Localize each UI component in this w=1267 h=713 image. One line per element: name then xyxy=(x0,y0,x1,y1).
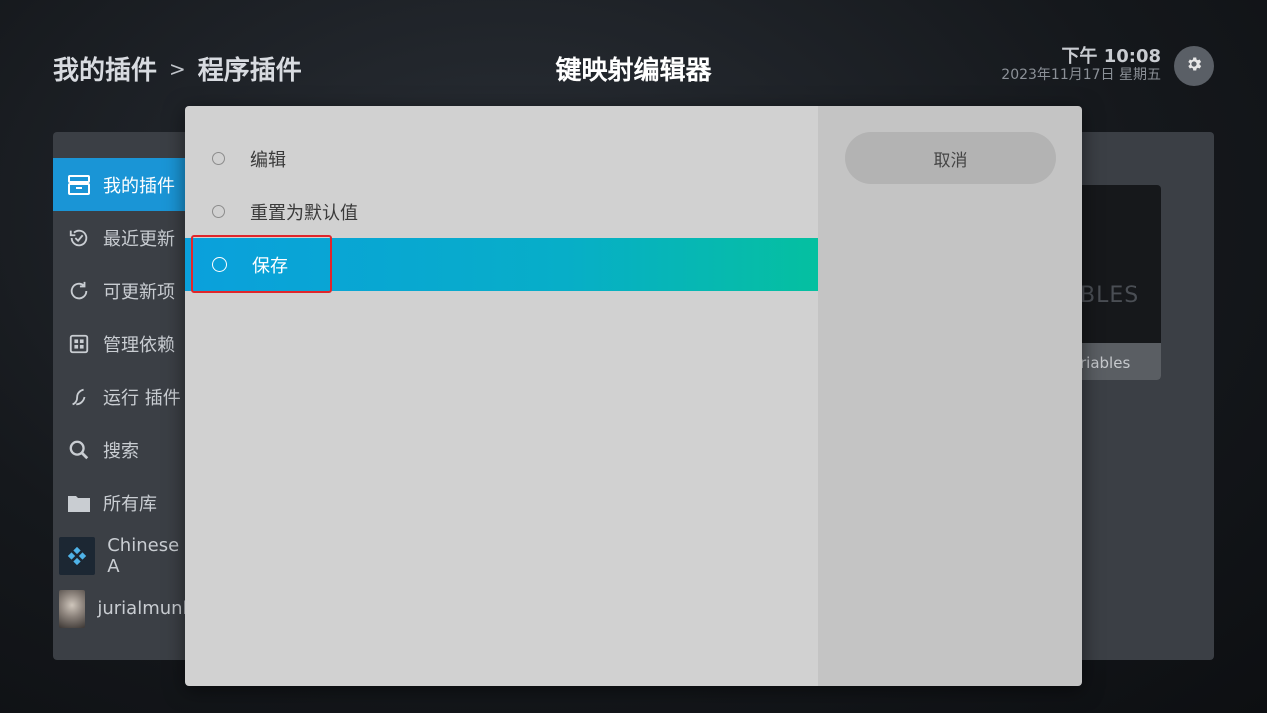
dialog-actions-panel xyxy=(818,106,1082,686)
keymap-context-dialog: 编辑 重置为默认值 保存 取消 xyxy=(185,106,1082,686)
dependencies-icon xyxy=(67,332,91,356)
refresh-icon xyxy=(67,279,91,303)
gear-icon xyxy=(1185,55,1203,77)
run-addon-icon xyxy=(67,385,91,409)
option-label: 重置为默认值 xyxy=(250,202,358,224)
sidebar-item-run-addon[interactable]: 运行 插件 xyxy=(53,370,193,423)
radio-icon xyxy=(212,205,225,218)
addon-card-variables[interactable]: BLES riables xyxy=(1070,185,1161,380)
addon-card-label: riables xyxy=(1080,354,1131,372)
dialog-options-panel: 编辑 重置为默认值 保存 xyxy=(185,106,818,686)
sidebar-item-all-repos[interactable]: 所有库 xyxy=(53,476,193,529)
sidebar-item-label: 所有库 xyxy=(103,493,157,515)
sidebar-item-chinese-addon[interactable]: Chinese A xyxy=(53,529,193,582)
sidebar-item-label: Chinese A xyxy=(107,534,180,577)
folder-icon xyxy=(67,491,91,515)
addon-card-art-text: BLES xyxy=(1080,283,1140,308)
sidebar-item-my-addons[interactable]: 我的插件 xyxy=(53,158,193,211)
sidebar-item-jurialmunk[interactable]: jurialmunk xyxy=(53,582,193,635)
sidebar-item-label: 运行 插件 xyxy=(103,387,181,409)
cancel-button[interactable]: 取消 xyxy=(845,132,1056,184)
sidebar-item-label: 可更新项 xyxy=(103,281,175,303)
sidebar-item-label: 我的插件 xyxy=(103,175,175,197)
sidebar-item-recent-updates[interactable]: 最近更新 xyxy=(53,211,193,264)
settings-button[interactable] xyxy=(1174,46,1214,86)
sidebar-item-label: 搜索 xyxy=(103,440,139,462)
option-label: 编辑 xyxy=(250,149,286,171)
sidebar-item-label: 最近更新 xyxy=(103,228,175,250)
clock: 下午 10:08 2023年11月17日 星期五 xyxy=(1001,46,1161,84)
sidebar-item-search[interactable]: 搜索 xyxy=(53,423,193,476)
sidebar-item-label: jurialmunk xyxy=(97,598,193,619)
addons-box-icon xyxy=(67,173,91,197)
clock-time: 下午 10:08 xyxy=(1061,46,1161,67)
sidebar-item-available-updates[interactable]: 可更新项 xyxy=(53,264,193,317)
kodi-thumb xyxy=(59,536,96,575)
option-edit[interactable]: 编辑 xyxy=(185,132,818,185)
search-icon xyxy=(67,438,91,462)
recent-update-icon xyxy=(67,226,91,250)
sidebar-item-label: 管理依赖 xyxy=(103,334,175,356)
option-reset-default[interactable]: 重置为默认值 xyxy=(185,185,818,238)
sidebar: 我的插件 最近更新 可更新项 管理依赖 运行 插件 搜索 所有库 Chinese… xyxy=(53,158,193,635)
avatar-thumb xyxy=(59,589,86,628)
highlight-annotation-box xyxy=(191,235,332,293)
sidebar-item-dependencies[interactable]: 管理依赖 xyxy=(53,317,193,370)
radio-icon xyxy=(212,152,225,165)
clock-date: 2023年11月17日 星期五 xyxy=(1001,67,1161,83)
